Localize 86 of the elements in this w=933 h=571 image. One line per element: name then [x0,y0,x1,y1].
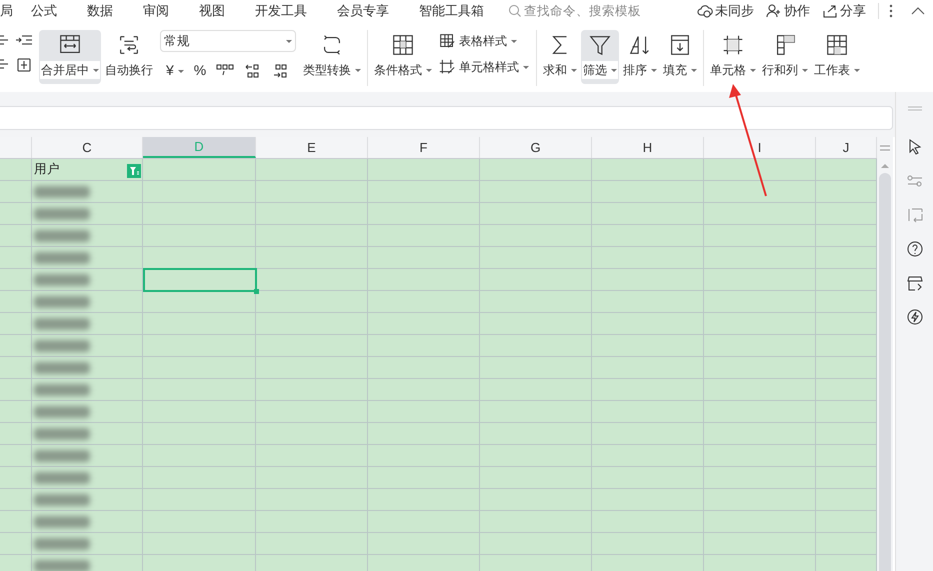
blurred-cell-content [34,538,90,550]
sum-button[interactable]: 求和 [541,30,579,84]
caret-icon [286,40,292,42]
formula-input[interactable] [0,106,893,130]
caret-icon [750,69,756,72]
caret-icon [571,69,577,72]
blurred-cell-content [34,472,90,484]
store-icon[interactable] [906,274,924,292]
scrollbar-thumb[interactable] [879,173,891,571]
rowcol-button[interactable]: 行和列 [760,30,810,84]
blurred-cell-content [34,450,90,462]
sync-status-button[interactable]: 未同步 [697,1,754,21]
caret-icon [651,69,657,72]
column-header[interactable]: F [368,137,480,158]
distribute-icon[interactable] [16,58,32,72]
blurred-cell-content [34,406,90,418]
currency-button[interactable]: ¥ [166,60,184,81]
search-field[interactable]: 查找命令、搜索模板 [508,2,641,20]
blurred-cell-content [34,296,90,308]
caret-icon [178,70,184,73]
caret-icon [611,69,617,72]
caret-icon [355,69,361,72]
blurred-cell-content [34,516,90,528]
bolt-icon[interactable] [906,308,924,326]
fill-button[interactable]: 填充 [661,30,699,84]
menu-tab[interactable]: 局 [0,1,13,21]
tablestyle-button[interactable]: 表格样式 [439,32,529,50]
blurred-cell-content [34,384,90,396]
transform-icon[interactable] [906,206,924,224]
caret-icon [523,66,529,70]
blurred-cell-content [34,428,90,440]
share-icon [822,4,838,18]
blurred-cell-content [34,230,90,242]
wrap-button[interactable]: 自动换行 [103,30,155,84]
menu-tab[interactable]: 智能工具箱 [419,1,484,21]
cond-icon [390,32,416,58]
help-icon[interactable] [906,240,924,258]
cellstyle-button[interactable]: 单元格样式 [439,58,529,76]
collaborate-button[interactable]: 协作 [766,1,810,21]
caret-icon [93,69,99,72]
blurred-cell-content [34,186,90,198]
collapse-icon[interactable] [911,6,925,16]
cell-text: 用户 [33,161,60,178]
blurred-cell-content [34,318,90,330]
percent-button[interactable]: % [194,60,206,81]
menu-tab[interactable]: 会员专享 [337,1,389,21]
filter-button[interactable]: 筛选 [581,30,619,84]
cloud-icon [697,4,713,18]
tablestyle-icon [439,33,455,49]
blurred-cell-content [34,208,90,220]
blurred-cell-content [34,362,90,374]
column-header[interactable]: G [480,137,592,158]
blurred-cell-content [34,494,90,506]
menu-tab[interactable]: 审阅 [143,1,169,21]
more-icon[interactable] [889,4,893,18]
blurred-cell-content [34,252,90,264]
convert-button[interactable]: 类型转换 [301,30,363,84]
cell-button[interactable]: 单元格 [708,30,758,84]
cellstyle-icon [439,59,455,75]
person-add-icon [766,4,782,18]
caret-icon [854,69,860,72]
caret-icon [426,69,432,72]
blurred-cell-content [34,340,90,352]
sort-button[interactable]: 排序 [621,30,659,84]
sheet-button[interactable]: 工作表 [812,30,862,84]
selected-cell[interactable] [143,268,257,292]
split-icon[interactable] [880,145,890,151]
caret-icon [511,40,517,44]
filter-active-icon[interactable] [127,164,141,178]
cond-button[interactable]: 条件格式 [372,30,434,84]
column-header[interactable]: H [592,137,704,158]
search-icon [508,4,522,18]
merge-button[interactable]: 合并居中 [39,30,101,84]
column-header[interactable]: I [704,137,816,158]
caret-icon [691,69,697,72]
menu-tab[interactable]: 视图 [199,1,225,21]
blurred-cell-content [34,560,90,571]
caret-icon [802,69,808,72]
menu-tab[interactable]: 开发工具 [255,1,307,21]
number-format-dropdown[interactable]: 常规 [160,30,296,52]
column-header[interactable]: E [256,137,368,158]
menu-tab[interactable]: 公式 [31,1,57,21]
menu-tab[interactable]: 数据 [87,1,113,21]
sheet-icon [824,32,850,58]
share-button[interactable]: 分享 [822,1,866,21]
blurred-cell-content [34,274,90,286]
